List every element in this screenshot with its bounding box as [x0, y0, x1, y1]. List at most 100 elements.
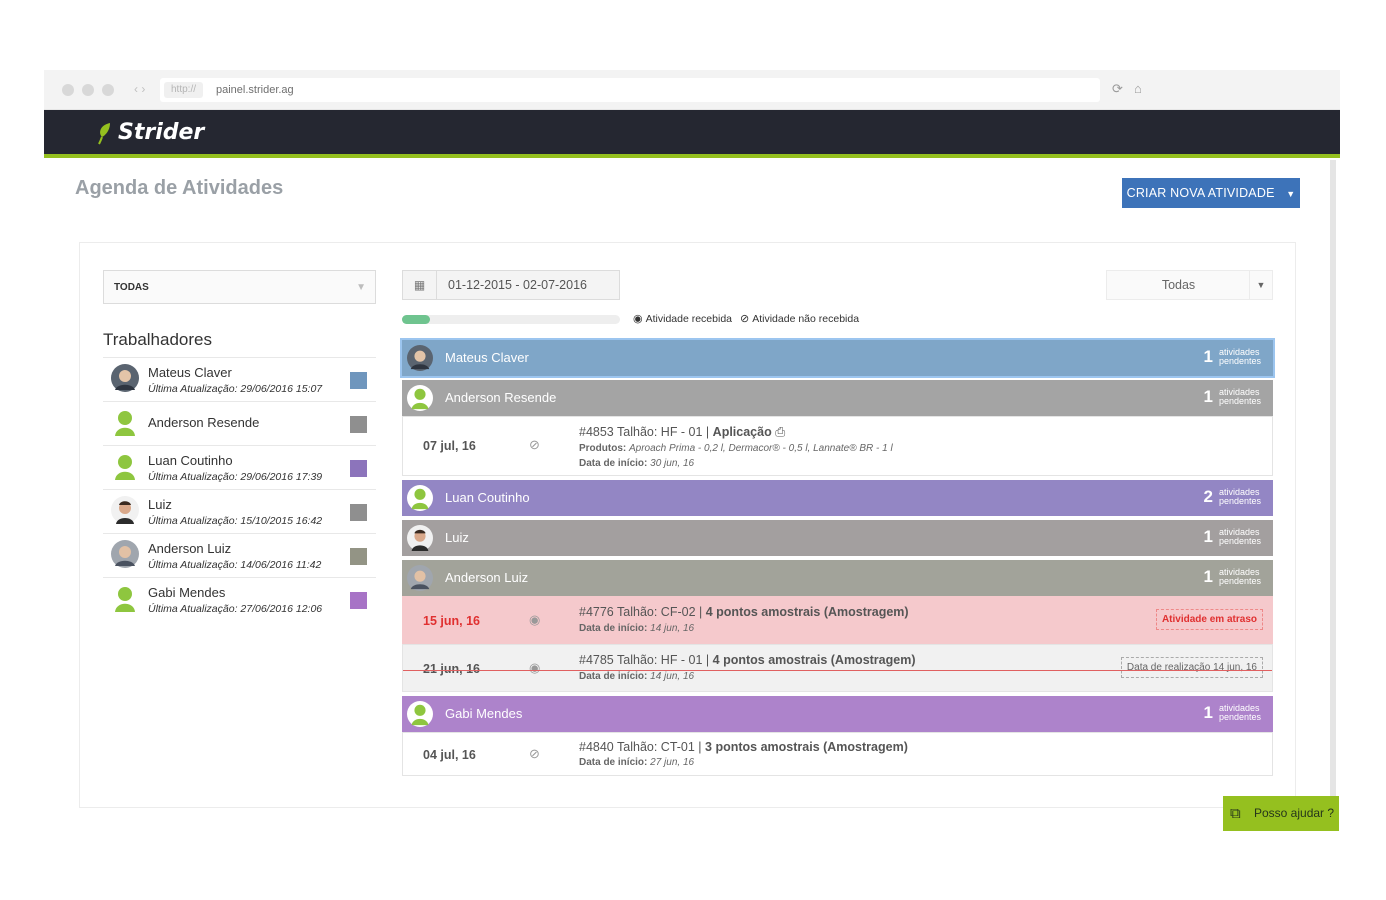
activity-date: 21 jun, 16	[423, 662, 480, 676]
worker-group-header[interactable]: Mateus Claver 1 atividades pendentes	[400, 338, 1275, 378]
workers-list: Mateus Claver Última Atualização: 29/06/…	[103, 357, 376, 621]
worker-group-header[interactable]: Anderson Luiz 1 atividades pendentes	[402, 560, 1273, 596]
worker-color-swatch[interactable]	[350, 548, 367, 565]
pending-label: atividades pendentes	[1218, 487, 1261, 506]
brand-logo[interactable]: Strider	[96, 120, 204, 145]
worker-group-header[interactable]: Luan Coutinho 2 atividades pendentes	[402, 480, 1273, 516]
window-close-dot[interactable]	[62, 84, 74, 96]
page-title: Agenda de Atividades	[75, 177, 284, 199]
activity-start: Data de início: 27 jun, 16	[579, 757, 695, 768]
activity-products: Produtos: Aproach Prima - 0,2 l, Dermaco…	[579, 443, 893, 454]
avatar	[407, 565, 433, 591]
worker-name: Anderson Resende	[148, 415, 260, 430]
pending-count: 1	[1203, 527, 1213, 546]
avatar	[111, 496, 139, 524]
activity-row-done[interactable]: 21 jun, 16 ◉ #4785 Talhão: HF - 01 | 4 p…	[402, 644, 1273, 692]
home-icon[interactable]: ⌂	[1134, 81, 1142, 96]
browser-toolbar: ‹ › http:// painel.strider.ag ⟳ ⌂	[44, 70, 1340, 110]
create-activity-button[interactable]: CRIAR NOVA ATIVIDADE ▼	[1122, 178, 1300, 208]
chevron-down-icon: ▼	[1249, 271, 1272, 299]
activity-title: #4785 Talhão: HF - 01 | 4 pontos amostra…	[579, 653, 916, 667]
worker-last-update: Última Atualização: 29/06/2016 15:07	[148, 383, 323, 395]
worker-item[interactable]: Anderson Luiz Última Atualização: 14/06/…	[103, 533, 376, 577]
avatar	[111, 540, 139, 568]
url-protocol: http://	[164, 82, 204, 98]
status-filter-value: Todas	[1161, 278, 1196, 292]
worker-group-header[interactable]: Luiz 1 atividades pendentes	[402, 520, 1273, 556]
worker-name: Luan Coutinho	[148, 453, 233, 468]
scrollbar[interactable]	[1330, 160, 1336, 820]
worker-group-header[interactable]: Anderson Resende 1 atividades pendentes	[402, 380, 1273, 416]
activity-start: Data de início: 30 jun, 16	[579, 458, 695, 469]
legend-not-received: ⊘ Atividade não recebida	[740, 312, 859, 325]
activities-panel: TODAS ▼ Trabalhadores Mateus Claver Últi…	[79, 242, 1296, 808]
generic-user-icon	[115, 587, 135, 612]
eye-icon: ◉	[529, 612, 541, 627]
activity-date: 07 jul, 16	[423, 439, 476, 453]
brand-name: Strider	[118, 120, 205, 145]
browser-window: ‹ › http:// painel.strider.ag ⟳ ⌂ Stride…	[44, 70, 1340, 830]
late-badge: Atividade em atraso	[1155, 609, 1263, 630]
group-name: Luan Coutinho	[445, 490, 530, 505]
pending-count: 1	[1203, 567, 1213, 586]
date-range-input[interactable]: ▦ 01-12-2015 - 02-07-2016	[402, 270, 620, 300]
eye-icon: ◉	[529, 660, 541, 675]
progress-bar	[402, 315, 620, 324]
reload-icon[interactable]: ⟳	[1112, 81, 1123, 97]
group-name: Gabi Mendes	[445, 706, 523, 721]
worker-color-swatch[interactable]	[350, 592, 367, 609]
group-name: Anderson Resende	[445, 390, 557, 405]
worker-color-swatch[interactable]	[350, 372, 367, 389]
worker-color-swatch[interactable]	[350, 416, 367, 433]
back-forward-icon[interactable]: ‹ ›	[134, 82, 145, 96]
activity-list: Mateus Claver 1 atividades pendentes Ande…	[400, 338, 1275, 780]
worker-item[interactable]: Luan Coutinho Última Atualização: 29/06/…	[103, 445, 376, 489]
worker-name: Gabi Mendes	[148, 585, 226, 600]
worker-item[interactable]: Luiz Última Atualização: 15/10/2015 16:4…	[103, 489, 376, 533]
activity-title: #4776 Talhão: CF-02 | 4 pontos amostrais…	[579, 605, 909, 619]
generic-user-icon	[115, 455, 135, 480]
print-icon[interactable]: ⎙	[775, 425, 785, 439]
generic-user-icon	[407, 385, 433, 411]
window-maximize-dot[interactable]	[102, 84, 114, 96]
team-filter-select[interactable]: TODAS ▼	[103, 270, 376, 304]
app-header: Strider	[44, 110, 1340, 158]
activity-row[interactable]: 04 jul, 16 ⊘ #4840 Talhão: CT-01 | 3 pon…	[402, 732, 1273, 776]
window-minimize-dot[interactable]	[82, 84, 94, 96]
help-label: Posso ajudar ?	[1254, 806, 1335, 820]
activity-row-late[interactable]: 15 jun, 16 ◉ #4776 Talhão: CF-02 | 4 pon…	[402, 596, 1273, 644]
legend-not-received-label: Atividade não recebida	[752, 313, 860, 325]
worker-last-update: Última Atualização: 27/06/2016 12:06	[148, 603, 323, 615]
url-text: painel.strider.ag	[216, 84, 294, 96]
generic-user-icon	[407, 701, 433, 727]
progress-fill	[402, 315, 431, 324]
worker-item[interactable]: Anderson Resende	[103, 401, 376, 445]
activity-title: #4853 Talhão: HF - 01 | Aplicação ⎙	[579, 425, 786, 439]
help-chat-button[interactable]: ⧉ Posso ajudar ?	[1223, 796, 1339, 831]
worker-item[interactable]: Gabi Mendes Última Atualização: 27/06/20…	[103, 577, 376, 621]
caret-down-icon: ▼	[1286, 189, 1296, 199]
worker-name: Luiz	[148, 497, 172, 512]
worker-color-swatch[interactable]	[350, 460, 367, 477]
pending-count: 1	[1203, 347, 1213, 366]
eye-slash-icon: ⊘	[529, 746, 540, 761]
activity-row[interactable]: 07 jul, 16 ⊘ #4853 Talhão: HF - 01 | Apl…	[402, 416, 1273, 476]
legend-received-label: Atividade recebida	[645, 313, 732, 325]
pending-count: 2	[1203, 487, 1213, 506]
avatar	[407, 525, 433, 551]
group-name: Mateus Claver	[445, 350, 529, 365]
eye-slash-icon: ⊘	[529, 437, 540, 452]
worker-group-header[interactable]: Gabi Mendes 1 atividades pendentes	[402, 696, 1273, 732]
workers-title: Trabalhadores	[103, 330, 212, 349]
chat-icon: ⧉	[1230, 805, 1241, 822]
calendar-icon[interactable]: ▦	[403, 271, 437, 299]
worker-last-update: Última Atualização: 15/10/2015 16:42	[148, 515, 323, 527]
address-bar[interactable]: http:// painel.strider.ag	[160, 78, 1100, 102]
strikethrough-line	[403, 670, 1272, 671]
worker-color-swatch[interactable]	[350, 504, 367, 521]
worker-item[interactable]: Mateus Claver Última Atualização: 29/06/…	[103, 357, 376, 401]
worker-name: Mateus Claver	[148, 365, 232, 380]
status-filter-select[interactable]: Todas ▼	[1106, 270, 1273, 300]
date-range-value: 01-12-2015 - 02-07-2016	[448, 278, 587, 292]
legend-received: ◉ Atividade recebida	[633, 312, 732, 325]
